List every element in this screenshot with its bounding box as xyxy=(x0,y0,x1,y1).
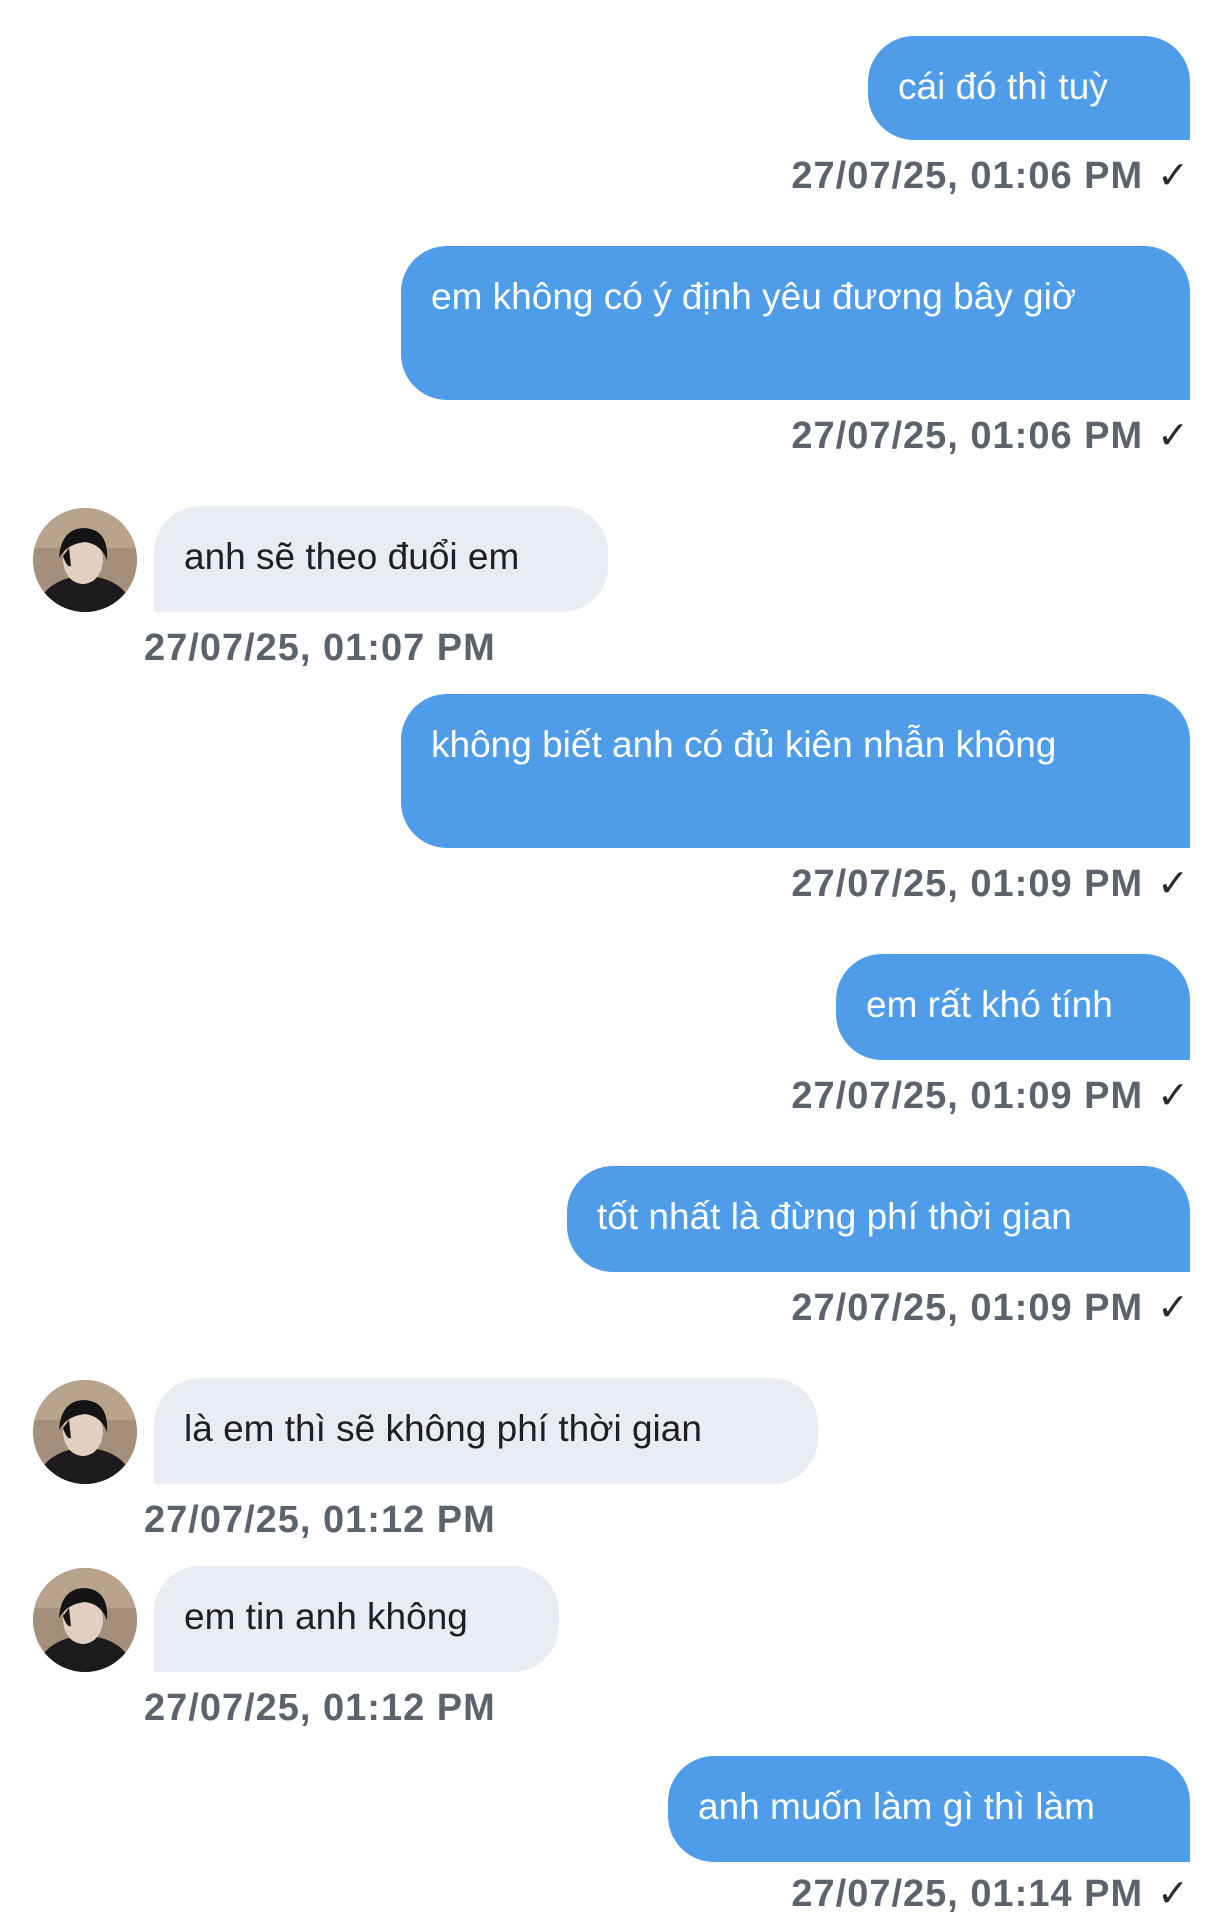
message-timestamp: 27/07/25, 01:09 PM ✓ xyxy=(791,1074,1190,1118)
message-text: em tin anh không xyxy=(184,1596,468,1637)
message-bubble-outgoing[interactable]: tốt nhất là đừng phí thời gian xyxy=(567,1166,1190,1272)
message-bubble-incoming[interactable]: em tin anh không xyxy=(154,1566,559,1672)
message-text: em rất khó tính xyxy=(866,984,1113,1025)
check-icon: ✓ xyxy=(1157,415,1190,457)
avatar-photo-icon xyxy=(33,1568,137,1672)
message-bubble-outgoing[interactable]: em rất khó tính xyxy=(836,954,1190,1060)
timestamp-text: 27/07/25, 01:12 PM xyxy=(144,1499,496,1541)
message-text: anh sẽ theo đuổi em xyxy=(184,536,520,577)
message-text: không biết anh có đủ kiên nhẫn không xyxy=(431,724,1057,765)
contact-avatar[interactable] xyxy=(33,508,137,612)
check-icon: ✓ xyxy=(1157,863,1190,905)
timestamp-text: 27/07/25, 01:14 PM xyxy=(791,1873,1144,1915)
message-bubble-outgoing[interactable]: không biết anh có đủ kiên nhẫn không xyxy=(401,694,1190,848)
message-timestamp: 27/07/25, 01:14 PM ✓ xyxy=(791,1872,1190,1916)
message-timestamp: 27/07/25, 01:06 PM ✓ xyxy=(791,414,1190,458)
message-timestamp: 27/07/25, 01:12 PM xyxy=(144,1686,496,1730)
message-text: anh muốn làm gì thì làm xyxy=(698,1786,1095,1827)
check-icon: ✓ xyxy=(1157,1287,1190,1329)
check-icon: ✓ xyxy=(1157,1873,1190,1915)
timestamp-text: 27/07/25, 01:09 PM xyxy=(791,1075,1144,1117)
check-icon: ✓ xyxy=(1157,1075,1190,1117)
timestamp-text: 27/07/25, 01:09 PM xyxy=(791,863,1144,905)
avatar-photo-icon xyxy=(33,508,137,612)
timestamp-text: 27/07/25, 01:09 PM xyxy=(791,1287,1144,1329)
message-timestamp: 27/07/25, 01:07 PM xyxy=(144,626,496,670)
message-text: tốt nhất là đừng phí thời gian xyxy=(597,1196,1072,1237)
message-bubble-outgoing[interactable]: anh muốn làm gì thì làm xyxy=(668,1756,1190,1862)
timestamp-text: 27/07/25, 01:12 PM xyxy=(144,1687,496,1729)
message-bubble-outgoing[interactable]: em không có ý định yêu đương bây giờ xyxy=(401,246,1190,400)
message-bubble-incoming[interactable]: anh sẽ theo đuổi em xyxy=(154,506,608,612)
check-icon: ✓ xyxy=(1157,155,1190,197)
avatar-photo-icon xyxy=(33,1380,137,1484)
message-text: em không có ý định yêu đương bây giờ xyxy=(431,276,1077,317)
message-timestamp: 27/07/25, 01:09 PM ✓ xyxy=(791,1286,1190,1330)
contact-avatar[interactable] xyxy=(33,1380,137,1484)
message-timestamp: 27/07/25, 01:06 PM ✓ xyxy=(791,154,1190,198)
message-text: cái đó thì tuỳ xyxy=(898,66,1108,107)
message-timestamp: 27/07/25, 01:09 PM ✓ xyxy=(791,862,1190,906)
timestamp-text: 27/07/25, 01:06 PM xyxy=(791,155,1144,197)
message-bubble-incoming[interactable]: là em thì sẽ không phí thời gian xyxy=(154,1378,818,1484)
message-text: là em thì sẽ không phí thời gian xyxy=(184,1408,702,1449)
timestamp-text: 27/07/25, 01:06 PM xyxy=(791,415,1144,457)
message-timestamp: 27/07/25, 01:12 PM xyxy=(144,1498,496,1542)
message-bubble-outgoing[interactable]: cái đó thì tuỳ xyxy=(868,36,1190,140)
chat-thread[interactable]: cái đó thì tuỳ 27/07/25, 01:06 PM ✓ em kh… xyxy=(0,0,1223,1920)
contact-avatar[interactable] xyxy=(33,1568,137,1672)
timestamp-text: 27/07/25, 01:07 PM xyxy=(144,627,496,669)
